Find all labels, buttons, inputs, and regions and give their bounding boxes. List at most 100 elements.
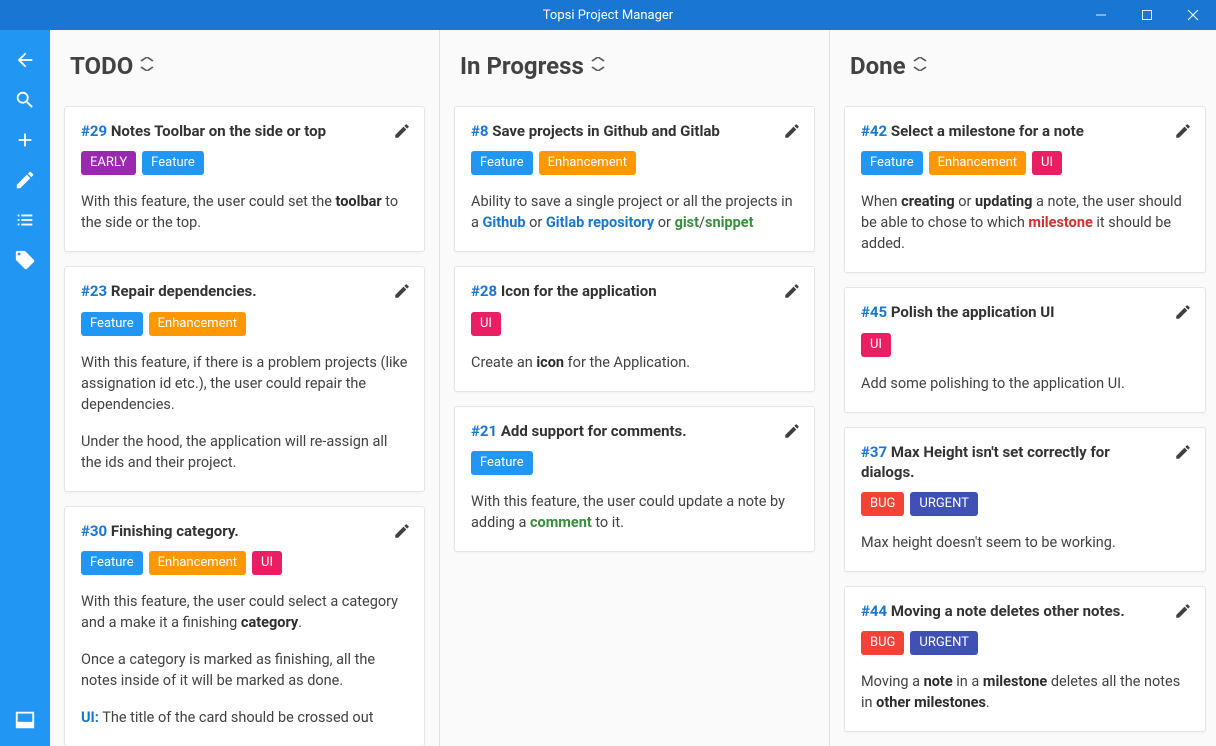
card-body: Ability to save a single project or all …	[455, 185, 814, 251]
card-body: With this feature, the user could set th…	[65, 185, 424, 251]
collapse-icon[interactable]	[140, 57, 154, 75]
tag: Enhancement	[149, 312, 246, 336]
edit-card-button[interactable]	[390, 279, 414, 303]
panel-icon	[14, 709, 36, 731]
card-title-text: Save projects in Github and Gitlab	[492, 122, 720, 140]
card-tags: BUGURGENT	[845, 492, 1205, 526]
column: In Progress #8 Save projects in Github an…	[440, 30, 830, 746]
arrow-left-icon	[14, 49, 36, 71]
plus-icon	[14, 129, 36, 151]
edit-card-button[interactable]	[390, 119, 414, 143]
card[interactable]: #29 Notes Toolbar on the side or topEARL…	[64, 106, 425, 252]
card[interactable]: #8 Save projects in Github and GitlabFea…	[454, 106, 815, 252]
window-maximize-button[interactable]	[1124, 0, 1170, 30]
column-header[interactable]: In Progress	[440, 30, 829, 92]
edit-card-button[interactable]	[780, 119, 804, 143]
edit-card-button[interactable]	[390, 519, 414, 543]
app-title: Topsi Project Manager	[543, 8, 673, 23]
card[interactable]: #30 Finishing category.FeatureEnhancemen…	[64, 506, 425, 746]
issue-id: #37	[861, 443, 887, 461]
card-body: Create an icon for the Application.	[455, 346, 814, 391]
card-title: #37 Max Height isn't set correctly for d…	[845, 428, 1205, 493]
edit-button[interactable]	[0, 160, 50, 200]
pencil-icon	[783, 422, 801, 440]
card-tags: FeatureEnhancementUI	[65, 551, 424, 585]
card-title-text: Notes Toolbar on the side or top	[111, 122, 326, 140]
edit-card-button[interactable]	[1171, 440, 1195, 464]
issue-id: #21	[471, 422, 497, 440]
bottom-panel-button[interactable]	[0, 700, 50, 740]
card-title: #44 Moving a note deletes other notes.	[845, 587, 1205, 631]
card-title-text: Repair dependencies.	[111, 282, 257, 300]
card[interactable]: #23 Repair dependencies.FeatureEnhanceme…	[64, 266, 425, 491]
tag: Feature	[81, 312, 143, 336]
card[interactable]: #37 Max Height isn't set correctly for d…	[844, 427, 1206, 573]
edit-card-button[interactable]	[1171, 119, 1195, 143]
card-title: #21 Add support for comments.	[455, 407, 814, 451]
column-header[interactable]: Done	[830, 30, 1216, 92]
card[interactable]: #44 Moving a note deletes other notes.BU…	[844, 586, 1206, 732]
card[interactable]: #42 Select a milestone for a noteFeature…	[844, 106, 1206, 273]
board: TODO #29 Notes Toolbar on the side or top…	[50, 30, 1216, 746]
tag: Enhancement	[149, 551, 246, 575]
column-title: TODO	[70, 52, 133, 80]
tag: Feature	[471, 151, 533, 175]
issue-id: #8	[471, 122, 489, 140]
search-icon	[14, 89, 36, 111]
tag: UI	[252, 551, 282, 575]
column: Done #42 Select a milestone for a noteFea…	[830, 30, 1216, 746]
collapse-icon[interactable]	[591, 57, 605, 75]
tag: UI	[471, 312, 501, 336]
collapse-icon[interactable]	[912, 57, 926, 75]
card-body: Max height doesn't seem to be working.	[845, 526, 1205, 571]
pencil-icon	[1174, 602, 1192, 620]
pencil-icon	[1174, 303, 1192, 321]
card-title: #23 Repair dependencies.	[65, 267, 424, 311]
issue-id: #28	[471, 282, 497, 300]
pencil-icon	[393, 522, 411, 540]
back-button[interactable]	[0, 40, 50, 80]
card-title-text: Moving a note deletes other notes.	[891, 602, 1125, 620]
card-body: With this feature, the user could select…	[65, 585, 424, 746]
search-button[interactable]	[0, 80, 50, 120]
card-tags: FeatureEnhancementUI	[845, 151, 1205, 185]
issue-id: #45	[861, 303, 887, 321]
card-title-text: Select a milestone for a note	[891, 122, 1084, 140]
tag: Feature	[471, 451, 533, 475]
card-title: #42 Select a milestone for a note	[845, 107, 1205, 151]
tag: Feature	[861, 151, 923, 175]
edit-card-button[interactable]	[1171, 599, 1195, 623]
card[interactable]: #21 Add support for comments.FeatureWith…	[454, 406, 815, 552]
window-minimize-button[interactable]	[1078, 0, 1124, 30]
list-button[interactable]	[0, 200, 50, 240]
card-title: #28 Icon for the application	[455, 267, 814, 311]
card-title-text: Add support for comments.	[501, 422, 687, 440]
column-title: In Progress	[460, 52, 584, 80]
card-title-text: Max Height isn't set correctly for dialo…	[861, 443, 1110, 481]
tag: UI	[1032, 151, 1062, 175]
tag: URGENT	[910, 631, 978, 655]
window-close-button[interactable]	[1170, 0, 1216, 30]
card[interactable]: #28 Icon for the applicationUI Create an …	[454, 266, 815, 391]
pencil-icon	[393, 122, 411, 140]
sidebar	[0, 30, 50, 746]
card-title: #8 Save projects in Github and Gitlab	[455, 107, 814, 151]
list-icon	[14, 209, 36, 231]
card[interactable]: #45 Polish the application UIUIAdd some …	[844, 287, 1206, 412]
issue-id: #29	[81, 122, 107, 140]
column-body: #8 Save projects in Github and GitlabFea…	[440, 92, 829, 746]
column-body: #42 Select a milestone for a noteFeature…	[830, 92, 1216, 746]
tags-button[interactable]	[0, 240, 50, 280]
card-tags: UI	[455, 312, 814, 346]
issue-id: #23	[81, 282, 107, 300]
card-title-text: Icon for the application	[501, 282, 657, 300]
edit-card-button[interactable]	[780, 279, 804, 303]
card-title: #29 Notes Toolbar on the side or top	[65, 107, 424, 151]
column-header[interactable]: TODO	[50, 30, 439, 92]
edit-card-button[interactable]	[780, 419, 804, 443]
pencil-icon	[783, 122, 801, 140]
edit-card-button[interactable]	[1171, 300, 1195, 324]
add-button[interactable]	[0, 120, 50, 160]
card-body: With this feature, if there is a problem…	[65, 346, 424, 491]
card-tags: EARLYFeature	[65, 151, 424, 185]
